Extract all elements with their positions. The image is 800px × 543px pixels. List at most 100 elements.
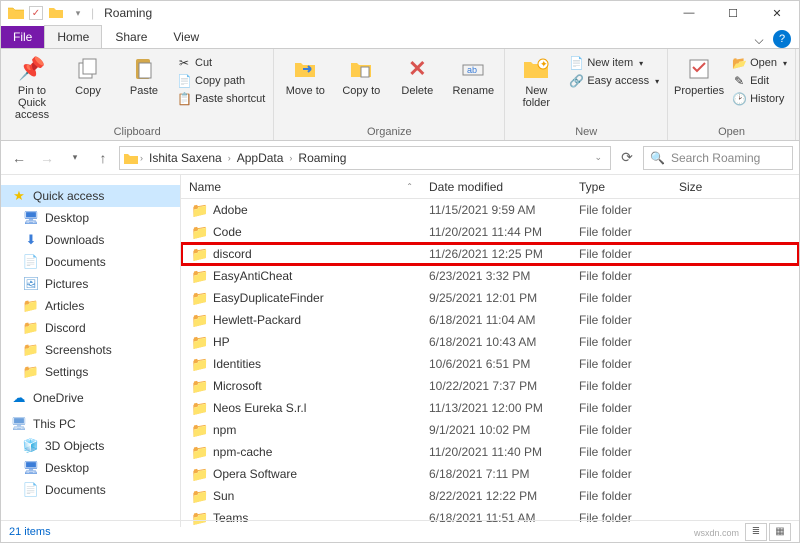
file-name: EasyAntiCheat [213,269,292,283]
icons-view-button[interactable]: ▦ [769,523,791,541]
breadcrumb-2[interactable]: AppData [233,151,288,165]
move-to-button[interactable]: Move to [280,53,330,99]
file-row[interactable]: 📁EasyDuplicateFinder9/25/2021 12:01 PMFi… [181,287,799,309]
properties-button[interactable]: Properties [674,53,724,99]
easy-access-button[interactable]: 🔗Easy access▾ [567,73,661,89]
home-tab[interactable]: Home [44,25,102,48]
sidebar-documents[interactable]: 📄Documents [1,251,180,273]
file-type: File folder [571,467,671,481]
sidebar-thispc[interactable]: 🖥This PC [1,413,180,435]
properties-icon [685,55,713,83]
folder-icon: 📁 [191,356,207,373]
refresh-button[interactable]: ⟳ [615,146,639,170]
sidebar-pictures[interactable]: 🖼Pictures [1,273,180,295]
pin-quick-access-button[interactable]: 📌 Pin to Quick access [7,53,57,123]
shortcut-icon: 📋 [177,92,191,106]
help-icon[interactable]: ? [773,30,791,48]
item-count: 21 items [9,526,51,538]
file-row[interactable]: 📁Adobe11/15/2021 9:59 AMFile folder [181,199,799,221]
open-button[interactable]: 📂Open▾ [730,55,789,71]
file-row[interactable]: 📁Neos Eureka S.r.l11/13/2021 12:00 PMFil… [181,397,799,419]
folder-icon: 📁 [191,290,207,307]
rename-button[interactable]: ab Rename [448,53,498,99]
file-date: 11/20/2021 11:44 PM [421,225,571,239]
forward-button[interactable]: → [35,146,59,170]
file-row[interactable]: 📁Sun8/22/2021 12:22 PMFile folder [181,485,799,507]
file-date: 9/1/2021 10:02 PM [421,423,571,437]
search-icon: 🔍 [650,151,665,165]
file-date: 10/22/2021 7:37 PM [421,379,571,393]
up-button[interactable]: ↑ [91,146,115,170]
sidebar-documents2[interactable]: 📄Documents [1,479,180,501]
sidebar-downloads[interactable]: ⬇Downloads [1,229,180,251]
file-type: File folder [571,445,671,459]
file-date: 6/23/2021 3:32 PM [421,269,571,283]
cut-button[interactable]: ✂Cut [175,55,267,71]
sidebar-desktop[interactable]: 🖥Desktop [1,207,180,229]
history-button[interactable]: 🕑History [730,91,789,107]
file-row[interactable]: 📁Hewlett-Packard6/18/2021 11:04 AMFile f… [181,309,799,331]
file-date: 6/18/2021 10:43 AM [421,335,571,349]
file-row[interactable]: 📁Opera Software6/18/2021 7:11 PMFile fol… [181,463,799,485]
file-row[interactable]: 📁EasyAntiCheat6/23/2021 3:32 PMFile fold… [181,265,799,287]
edit-button[interactable]: ✎Edit [730,73,789,89]
file-row[interactable]: 📁npm-cache11/20/2021 11:40 PMFile folder [181,441,799,463]
back-button[interactable]: ← [7,146,31,170]
file-type: File folder [571,357,671,371]
open-icon: 📂 [732,56,746,70]
file-row[interactable]: 📁npm9/1/2021 10:02 PMFile folder [181,419,799,441]
pictures-icon: 🖼 [23,276,39,292]
sidebar-desktop2[interactable]: 🖥Desktop [1,457,180,479]
file-name: discord [213,247,252,261]
titlebar: ✓ ▾ | Roaming ― ☐ ✕ [1,1,799,25]
recent-dropdown[interactable]: ▾ [63,146,87,170]
sidebar: ★Quick access 🖥Desktop ⬇Downloads 📄Docum… [1,175,181,527]
file-type: File folder [571,247,671,261]
column-headers[interactable]: Name⌃ Date modified Type Size [181,175,799,199]
new-item-button[interactable]: 📄New item▾ [567,55,661,71]
paste-shortcut-button[interactable]: 📋Paste shortcut [175,91,267,107]
details-view-button[interactable]: ≣ [745,523,767,541]
file-name: Neos Eureka S.r.l [213,401,306,415]
breadcrumb-3[interactable]: Roaming [294,151,350,165]
file-name: Microsoft [213,379,262,393]
sidebar-screenshots[interactable]: 📁Screenshots [1,339,180,361]
copy-path-button[interactable]: 📄Copy path [175,73,267,89]
folder-icon: 📁 [191,224,207,241]
delete-button[interactable]: ✕ Delete [392,53,442,99]
ribbon-collapse[interactable]: ⌵ [751,33,767,48]
maximize-button[interactable]: ☐ [711,1,755,25]
sidebar-3dobjects[interactable]: 🧊3D Objects [1,435,180,457]
address-bar[interactable]: › Ishita Saxena › AppData › Roaming ⌄ [119,146,611,170]
qat-dropdown[interactable] [47,4,65,22]
folder-icon: 📁 [191,268,207,285]
file-row[interactable]: 📁Identities10/6/2021 6:51 PMFile folder [181,353,799,375]
share-tab[interactable]: Share [102,25,160,48]
checkbox-icon[interactable]: ✓ [29,6,43,20]
address-dropdown[interactable]: ⌄ [590,152,606,163]
paste-button[interactable]: Paste [119,53,169,99]
qat-overflow[interactable]: ▾ [69,4,87,22]
file-row[interactable]: 📁HP6/18/2021 10:43 AMFile folder [181,331,799,353]
file-name: Hewlett-Packard [213,313,301,327]
sidebar-quick-access[interactable]: ★Quick access [1,185,180,207]
file-tab[interactable]: File [1,26,44,48]
sidebar-articles[interactable]: 📁Articles [1,295,180,317]
view-tab[interactable]: View [160,25,212,48]
breadcrumb-1[interactable]: Ishita Saxena [145,151,226,165]
minimize-button[interactable]: ― [667,1,711,25]
folder-icon: 📁 [23,320,39,336]
sidebar-onedrive[interactable]: ☁OneDrive [1,387,180,409]
copy-button[interactable]: Copy [63,53,113,99]
file-row[interactable]: 📁Microsoft10/22/2021 7:37 PMFile folder [181,375,799,397]
sidebar-settings[interactable]: 📁Settings [1,361,180,383]
pin-icon: 📌 [18,55,46,83]
folder-icon: 📁 [23,342,39,358]
search-input[interactable]: 🔍 Search Roaming [643,146,793,170]
sidebar-discord[interactable]: 📁Discord [1,317,180,339]
new-folder-button[interactable]: ✦ New folder [511,53,561,111]
file-row[interactable]: 📁discord11/26/2021 12:25 PMFile folder [181,243,799,265]
close-button[interactable]: ✕ [755,1,799,25]
file-row[interactable]: 📁Code11/20/2021 11:44 PMFile folder [181,221,799,243]
copy-to-button[interactable]: Copy to [336,53,386,99]
